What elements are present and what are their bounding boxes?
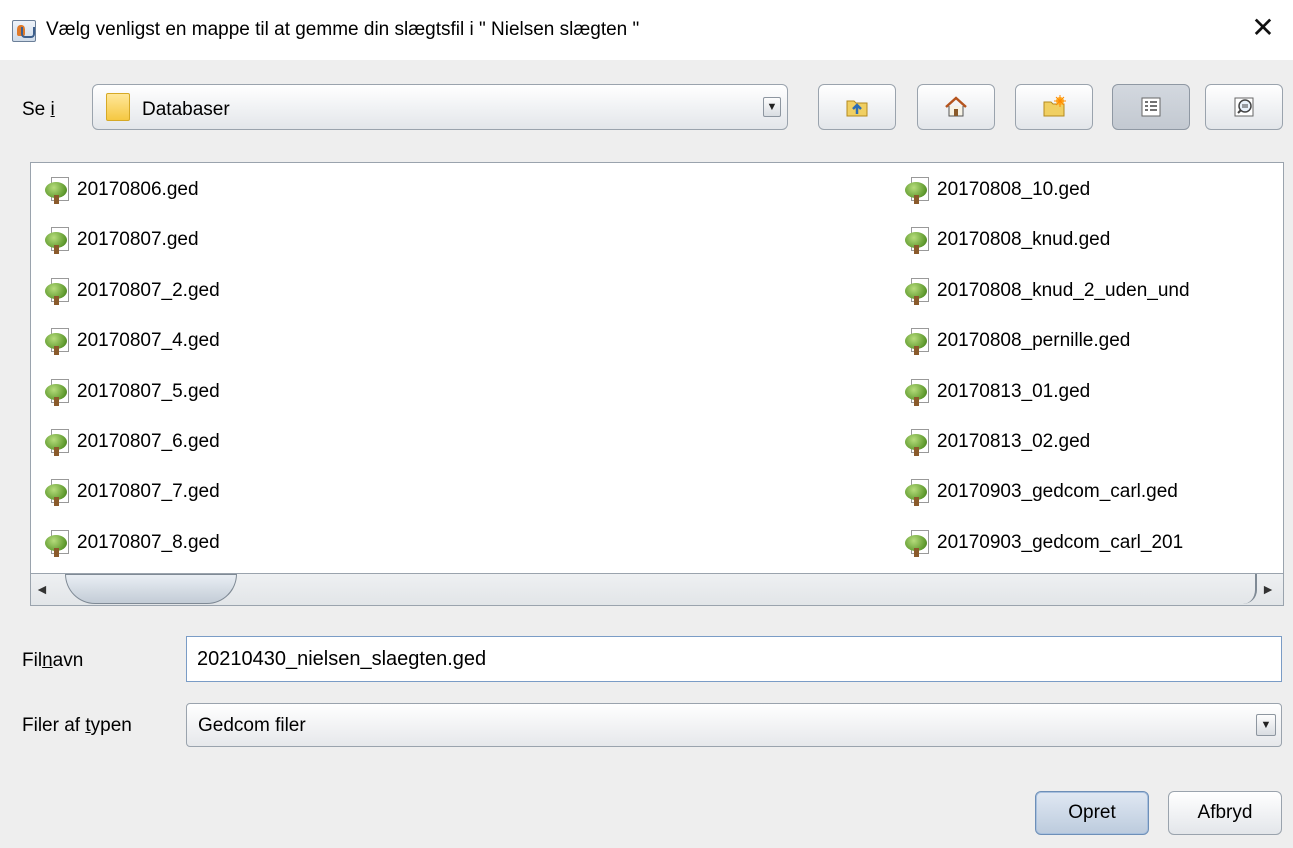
list-item[interactable]: 20170807_2.ged [43, 275, 220, 307]
home-button[interactable] [917, 84, 995, 130]
list-item[interactable]: 20170807.ged [43, 224, 199, 256]
filename-input[interactable] [187, 637, 1281, 681]
list-item[interactable]: 20170808_knud.ged [903, 224, 1110, 256]
file-name: 20170903_gedcom_carl_201 [937, 531, 1184, 553]
list-item[interactable]: 20170806.ged [43, 174, 199, 206]
tree-file-icon [43, 175, 73, 205]
close-icon[interactable]: ✕ [1247, 12, 1279, 44]
tree-file-icon [903, 427, 933, 457]
file-name: 20170813_02.ged [937, 431, 1091, 452]
file-name: 20170807_4.ged [77, 330, 220, 352]
title-bar: Vælg venligst en mappe til at gemme din … [0, 0, 1293, 60]
tree-file-icon [43, 427, 73, 457]
tree-file-icon [903, 477, 933, 507]
file-name: 20170807_6.ged [77, 431, 220, 452]
up-one-level-button[interactable] [818, 84, 896, 130]
filename-field[interactable] [186, 636, 1282, 682]
file-name: 20170807_5.ged [77, 380, 220, 402]
list-view-icon [1141, 97, 1161, 117]
tree-file-icon [903, 276, 933, 306]
file-name: 20170807_8.ged [77, 531, 220, 553]
tree-file-icon [43, 528, 73, 558]
scroll-left-icon[interactable]: ◄ [35, 581, 49, 597]
tree-file-icon [43, 377, 73, 407]
file-name: 20170807.ged [77, 229, 199, 251]
filename-label-mnemonic: n [42, 650, 53, 671]
file-name: 20170808_10.ged [937, 179, 1091, 200]
new-folder-icon [1043, 95, 1066, 117]
look-in-folder-name: Databaser [142, 99, 230, 120]
window-title: Vælg venligst en mappe til at gemme din … [46, 19, 640, 40]
file-name: 20170806.ged [77, 179, 199, 200]
filetype-label: Filer af typen [22, 715, 132, 737]
folder-icon [106, 93, 130, 121]
scroll-right-icon[interactable]: ► [1261, 581, 1275, 597]
look-in-label: Se i [22, 99, 55, 121]
list-item[interactable]: 20170903_gedcom_carl.ged [903, 476, 1178, 508]
list-item[interactable]: 20170808_knud_2_uden_und [903, 275, 1190, 307]
list-item[interactable]: 20170903_gedcom_carl_201 [903, 527, 1183, 559]
chevron-down-icon[interactable]: ▼ [1256, 714, 1276, 736]
tree-file-icon [903, 175, 933, 205]
file-name: 20170903_gedcom_carl.ged [937, 481, 1178, 503]
filetype-label-part: Filer af [22, 715, 86, 736]
list-item[interactable]: 20170808_10.ged [903, 174, 1090, 206]
list-item[interactable]: 20170807_5.ged [43, 376, 220, 408]
file-name: 20170808_pernille.ged [937, 330, 1131, 352]
afbryd-button[interactable]: Afbryd [1168, 791, 1282, 835]
list-item[interactable]: 20170807_4.ged [43, 325, 220, 357]
opret-button[interactable]: Opret [1035, 791, 1149, 835]
list-item[interactable]: 20170813_01.ged [903, 376, 1090, 408]
list-item[interactable]: 20170807_7.ged [43, 476, 220, 508]
new-folder-button[interactable] [1015, 84, 1093, 130]
list-item[interactable]: 20170807_8.ged [43, 527, 220, 559]
file-name: 20170808_knud_2_uden_und [937, 279, 1190, 301]
tree-file-icon [43, 326, 73, 356]
filename-label-part: avn [52, 650, 84, 671]
look-in-mnemonic: i [50, 99, 55, 120]
list-item[interactable]: 20170808_pernille.ged [903, 325, 1130, 357]
look-in-label-text: Se [22, 99, 51, 120]
scrollbar-thumb-edge [1239, 574, 1257, 604]
horizontal-scrollbar[interactable]: ◄ ► [30, 574, 1284, 606]
file-name: 20170807_2.ged [77, 279, 220, 301]
tree-file-icon [43, 477, 73, 507]
filename-label: Filnavn [22, 650, 83, 672]
file-name: 20170808_knud.ged [937, 229, 1111, 251]
tree-file-icon [903, 377, 933, 407]
filename-label-part: Fil [22, 650, 43, 671]
tree-file-icon [43, 225, 73, 255]
tree-file-icon [43, 276, 73, 306]
filetype-value: Gedcom filer [198, 715, 306, 736]
file-list[interactable]: 20170806.ged 20170807.ged 20170807_2.ged 20… [30, 162, 1284, 574]
details-view-button[interactable] [1205, 84, 1283, 130]
filetype-combo[interactable] [186, 703, 1282, 747]
tree-file-icon [903, 225, 933, 255]
java-cup-icon [12, 20, 36, 42]
file-name: 20170813_01.ged [937, 380, 1091, 402]
list-item[interactable]: 20170813_02.ged [903, 426, 1090, 458]
list-view-button[interactable] [1112, 84, 1190, 130]
file-name: 20170807_7.ged [77, 481, 220, 503]
chevron-down-icon[interactable]: ▼ [763, 97, 781, 117]
home-icon [945, 96, 967, 117]
scrollbar-thumb[interactable] [65, 574, 237, 604]
filetype-label-part: ypen [90, 715, 132, 736]
tree-file-icon [903, 528, 933, 558]
tree-file-icon [903, 326, 933, 356]
details-view-icon [1234, 97, 1254, 117]
list-item[interactable]: 20170807_6.ged [43, 426, 220, 458]
folder-up-icon [846, 100, 868, 117]
